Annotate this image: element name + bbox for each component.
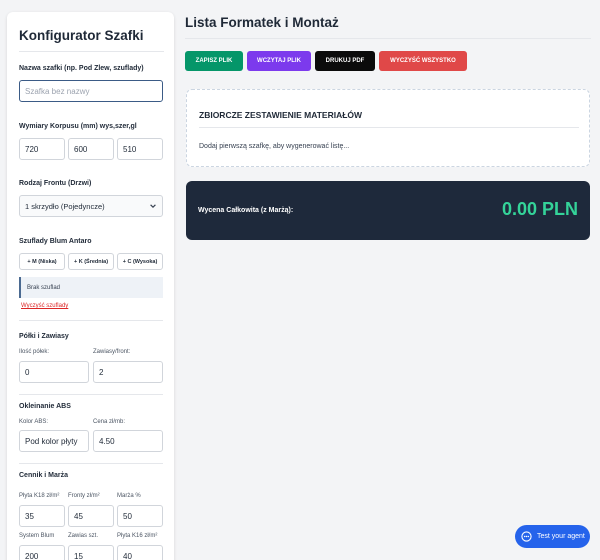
width-input[interactable] bbox=[68, 138, 114, 160]
hinges-per-front-input[interactable] bbox=[93, 361, 163, 383]
sidebar-title: Konfigurator Szafki bbox=[19, 28, 164, 52]
hinge-price-label: Zawias szt. bbox=[68, 533, 99, 539]
pricing-label: Cennik i Marża bbox=[19, 472, 69, 479]
add-drawer-m-button[interactable]: + M (Niska) bbox=[19, 253, 65, 270]
blum-price-input[interactable] bbox=[19, 545, 65, 560]
abs-edging-label: Okleinanie ABS bbox=[19, 403, 71, 410]
fronts-price-input[interactable] bbox=[68, 505, 114, 527]
plate-k18-label: Płyta K18 zł/m² bbox=[19, 493, 60, 499]
summary-title: ZBIORCZE ZESTAWIENIE MATERIAŁÓW bbox=[199, 110, 363, 120]
front-type-value: 1 skrzydło (Pojedyncze) bbox=[25, 201, 105, 211]
total-price-value: 0.00 PLN bbox=[501, 199, 578, 219]
load-file-button[interactable]: WCZYTAJ PLIK bbox=[247, 51, 311, 71]
depth-input[interactable] bbox=[117, 138, 163, 160]
abs-color-input[interactable] bbox=[19, 430, 89, 452]
plate-k16-label: Płyta K16 zł/m² bbox=[117, 533, 158, 539]
hinge-price-input[interactable] bbox=[68, 545, 114, 560]
front-type-label: Rodzaj Frontu (Drzwi) bbox=[19, 180, 92, 187]
chat-icon bbox=[521, 531, 532, 542]
page-title: Lista Formatek i Montaż bbox=[185, 15, 339, 30]
add-drawer-k-button[interactable]: + K (Średnia) bbox=[68, 253, 114, 270]
save-file-button[interactable]: ZAPISZ PLIK bbox=[185, 51, 243, 71]
blum-price-label: System Blum bbox=[19, 533, 55, 539]
shelves-count-input[interactable] bbox=[19, 361, 89, 383]
add-drawer-c-button[interactable]: + C (Wysoka) bbox=[117, 253, 163, 270]
summary-divider bbox=[199, 127, 579, 128]
title-divider bbox=[185, 38, 591, 39]
fronts-price-label: Fronty zł/m² bbox=[68, 493, 100, 499]
cabinet-name-label: Nazwa szafki (np. Pod Zlew, szuflady) bbox=[19, 65, 144, 72]
drawers-empty-state: Brak szuflad bbox=[19, 277, 163, 298]
shelves-hinges-label: Półki i Zawiasy bbox=[19, 333, 69, 340]
summary-empty-text: Dodaj pierwszą szafkę, aby wygenerować l… bbox=[199, 143, 350, 150]
drawers-label: Szuflady Blum Antaro bbox=[19, 238, 92, 245]
shelves-count-label: Ilość półek: bbox=[19, 349, 50, 355]
clear-all-button[interactable]: WYCZYŚĆ WSZYSTKO bbox=[379, 51, 467, 71]
test-agent-label: Test your agent bbox=[537, 533, 585, 540]
height-input[interactable] bbox=[19, 138, 65, 160]
dimensions-label: Wymiary Korpusu (mm) wys,szer,gl bbox=[19, 123, 137, 130]
divider bbox=[19, 320, 163, 321]
materials-summary-panel: ZBIORCZE ZESTAWIENIE MATERIAŁÓW Dodaj pi… bbox=[186, 89, 590, 167]
plate-k16-input[interactable] bbox=[117, 545, 163, 560]
divider bbox=[19, 394, 163, 395]
total-price-label: Wycena Całkowita (z Marżą): bbox=[198, 207, 294, 214]
margin-label: Marża % bbox=[117, 493, 141, 499]
plate-k18-input[interactable] bbox=[19, 505, 65, 527]
cabinet-name-input[interactable] bbox=[19, 80, 163, 102]
chevron-down-icon bbox=[150, 204, 156, 209]
test-agent-button[interactable]: Test your agent bbox=[515, 525, 590, 548]
hinges-per-front-label: Zawiasy/front: bbox=[93, 349, 131, 355]
total-price-panel: Wycena Całkowita (z Marżą): 0.00 PLN bbox=[186, 181, 590, 240]
abs-price-label: Cena zł/mb: bbox=[93, 419, 126, 425]
abs-color-label: Kolor ABS: bbox=[19, 419, 49, 425]
clear-drawers-link[interactable]: Wyczyść szuflady bbox=[21, 303, 68, 309]
margin-input[interactable] bbox=[117, 505, 163, 527]
front-type-select[interactable]: 1 skrzydło (Pojedyncze) bbox=[19, 195, 163, 217]
abs-price-input[interactable] bbox=[93, 430, 163, 452]
divider bbox=[19, 463, 163, 464]
print-pdf-button[interactable]: DRUKUJ PDF bbox=[315, 51, 375, 71]
